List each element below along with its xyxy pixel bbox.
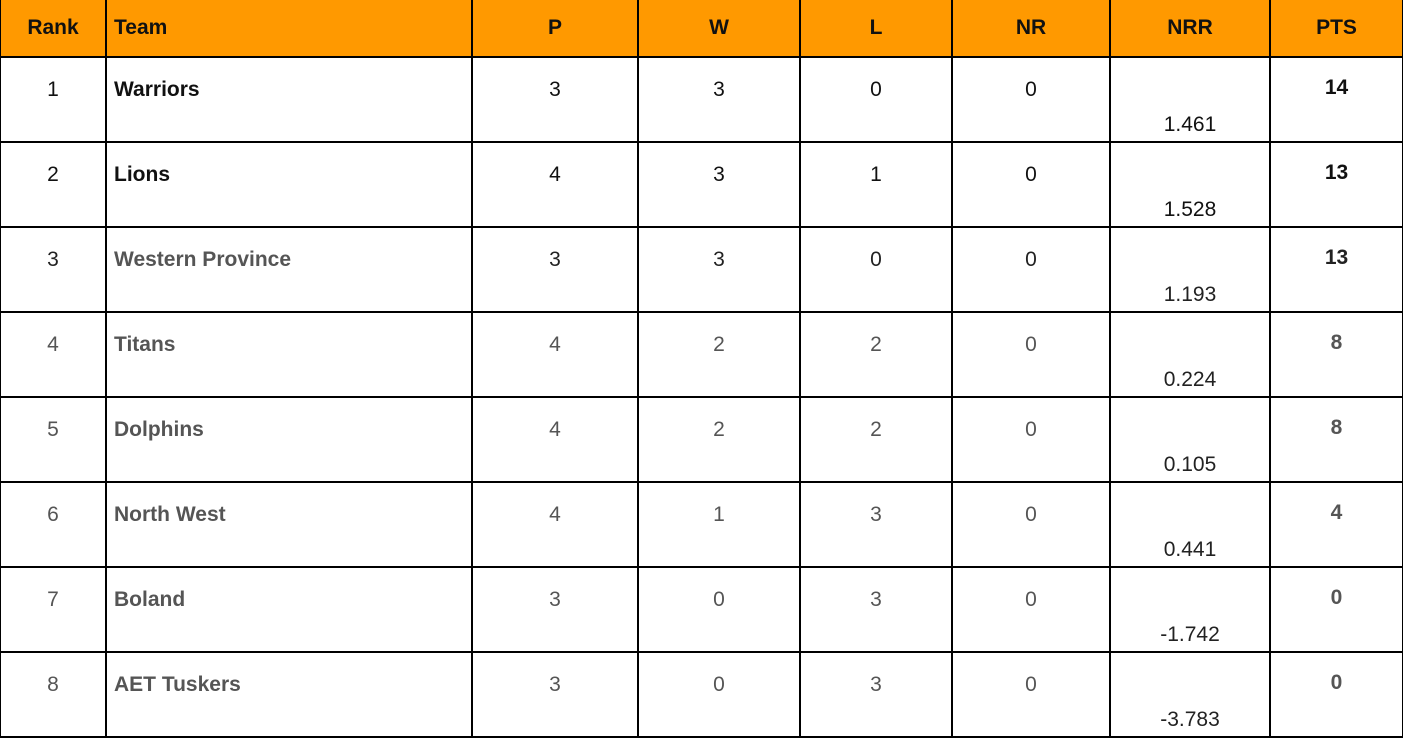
header-row: Rank Team P W L NR NRR PTS <box>0 0 1403 58</box>
rank-cell: 5 <box>0 396 107 483</box>
no-result-cell: 0 <box>951 566 1111 653</box>
header-points[interactable]: PTS <box>1269 0 1403 58</box>
table-row: 1 Warriors 3 3 0 0 1.461 14 <box>0 56 1403 143</box>
played-cell: 3 <box>471 651 639 738</box>
table-row: 6 North West 4 1 3 0 0.441 4 <box>0 481 1403 568</box>
won-cell: 0 <box>637 566 801 653</box>
table-row: 4 Titans 4 2 2 0 0.224 8 <box>0 311 1403 398</box>
rank-cell: 6 <box>0 481 107 568</box>
header-rank[interactable]: Rank <box>0 0 107 58</box>
table-row: 5 Dolphins 4 2 2 0 0.105 8 <box>0 396 1403 483</box>
points-cell: 13 <box>1269 226 1403 313</box>
rank-cell: 1 <box>0 56 107 143</box>
won-cell: 3 <box>637 56 801 143</box>
rank-cell: 8 <box>0 651 107 738</box>
played-cell: 4 <box>471 481 639 568</box>
rank-cell: 3 <box>0 226 107 313</box>
team-name[interactable]: Lions <box>105 141 473 228</box>
won-cell: 0 <box>637 651 801 738</box>
team-name[interactable]: Warriors <box>105 56 473 143</box>
table-row: 2 Lions 4 3 1 0 1.528 13 <box>0 141 1403 228</box>
team-name[interactable]: Dolphins <box>105 396 473 483</box>
no-result-cell: 0 <box>951 226 1111 313</box>
won-cell: 2 <box>637 396 801 483</box>
lost-cell: 1 <box>799 141 953 228</box>
played-cell: 4 <box>471 141 639 228</box>
team-name[interactable]: AET Tuskers <box>105 651 473 738</box>
header-nrr[interactable]: NRR <box>1109 0 1271 58</box>
lost-cell: 3 <box>799 651 953 738</box>
points-cell: 4 <box>1269 481 1403 568</box>
points-cell: 0 <box>1269 651 1403 738</box>
no-result-cell: 0 <box>951 651 1111 738</box>
points-cell: 8 <box>1269 396 1403 483</box>
header-lost[interactable]: L <box>799 0 953 58</box>
lost-cell: 3 <box>799 566 953 653</box>
played-cell: 3 <box>471 566 639 653</box>
lost-cell: 3 <box>799 481 953 568</box>
header-team[interactable]: Team <box>105 0 473 58</box>
played-cell: 4 <box>471 311 639 398</box>
rank-cell: 7 <box>0 566 107 653</box>
lost-cell: 2 <box>799 311 953 398</box>
header-played[interactable]: P <box>471 0 639 58</box>
nrr-cell: 1.528 <box>1109 141 1271 228</box>
no-result-cell: 0 <box>951 396 1111 483</box>
team-name[interactable]: North West <box>105 481 473 568</box>
played-cell: 3 <box>471 56 639 143</box>
no-result-cell: 0 <box>951 481 1111 568</box>
table-row: 3 Western Province 3 3 0 0 1.193 13 <box>0 226 1403 313</box>
won-cell: 1 <box>637 481 801 568</box>
lost-cell: 0 <box>799 226 953 313</box>
rank-cell: 4 <box>0 311 107 398</box>
header-no-result[interactable]: NR <box>951 0 1111 58</box>
nrr-cell: 0.105 <box>1109 396 1271 483</box>
nrr-cell: 0.441 <box>1109 481 1271 568</box>
no-result-cell: 0 <box>951 311 1111 398</box>
points-cell: 0 <box>1269 566 1403 653</box>
won-cell: 2 <box>637 311 801 398</box>
won-cell: 3 <box>637 141 801 228</box>
no-result-cell: 0 <box>951 56 1111 143</box>
nrr-cell: 1.461 <box>1109 56 1271 143</box>
points-cell: 13 <box>1269 141 1403 228</box>
points-cell: 14 <box>1269 56 1403 143</box>
nrr-cell: -3.783 <box>1109 651 1271 738</box>
played-cell: 4 <box>471 396 639 483</box>
nrr-cell: -1.742 <box>1109 566 1271 653</box>
table-row: 7 Boland 3 0 3 0 -1.742 0 <box>0 566 1403 653</box>
won-cell: 3 <box>637 226 801 313</box>
table-row: 8 AET Tuskers 3 0 3 0 -3.783 0 <box>0 651 1403 738</box>
team-name[interactable]: Boland <box>105 566 473 653</box>
team-name[interactable]: Western Province <box>105 226 473 313</box>
played-cell: 3 <box>471 226 639 313</box>
no-result-cell: 0 <box>951 141 1111 228</box>
points-cell: 8 <box>1269 311 1403 398</box>
lost-cell: 2 <box>799 396 953 483</box>
team-name[interactable]: Titans <box>105 311 473 398</box>
header-won[interactable]: W <box>637 0 801 58</box>
nrr-cell: 0.224 <box>1109 311 1271 398</box>
nrr-cell: 1.193 <box>1109 226 1271 313</box>
points-table: Rank Team P W L NR NRR PTS 1 Warriors 3 3 0 0… <box>0 0 1403 738</box>
rank-cell: 2 <box>0 141 107 228</box>
lost-cell: 0 <box>799 56 953 143</box>
